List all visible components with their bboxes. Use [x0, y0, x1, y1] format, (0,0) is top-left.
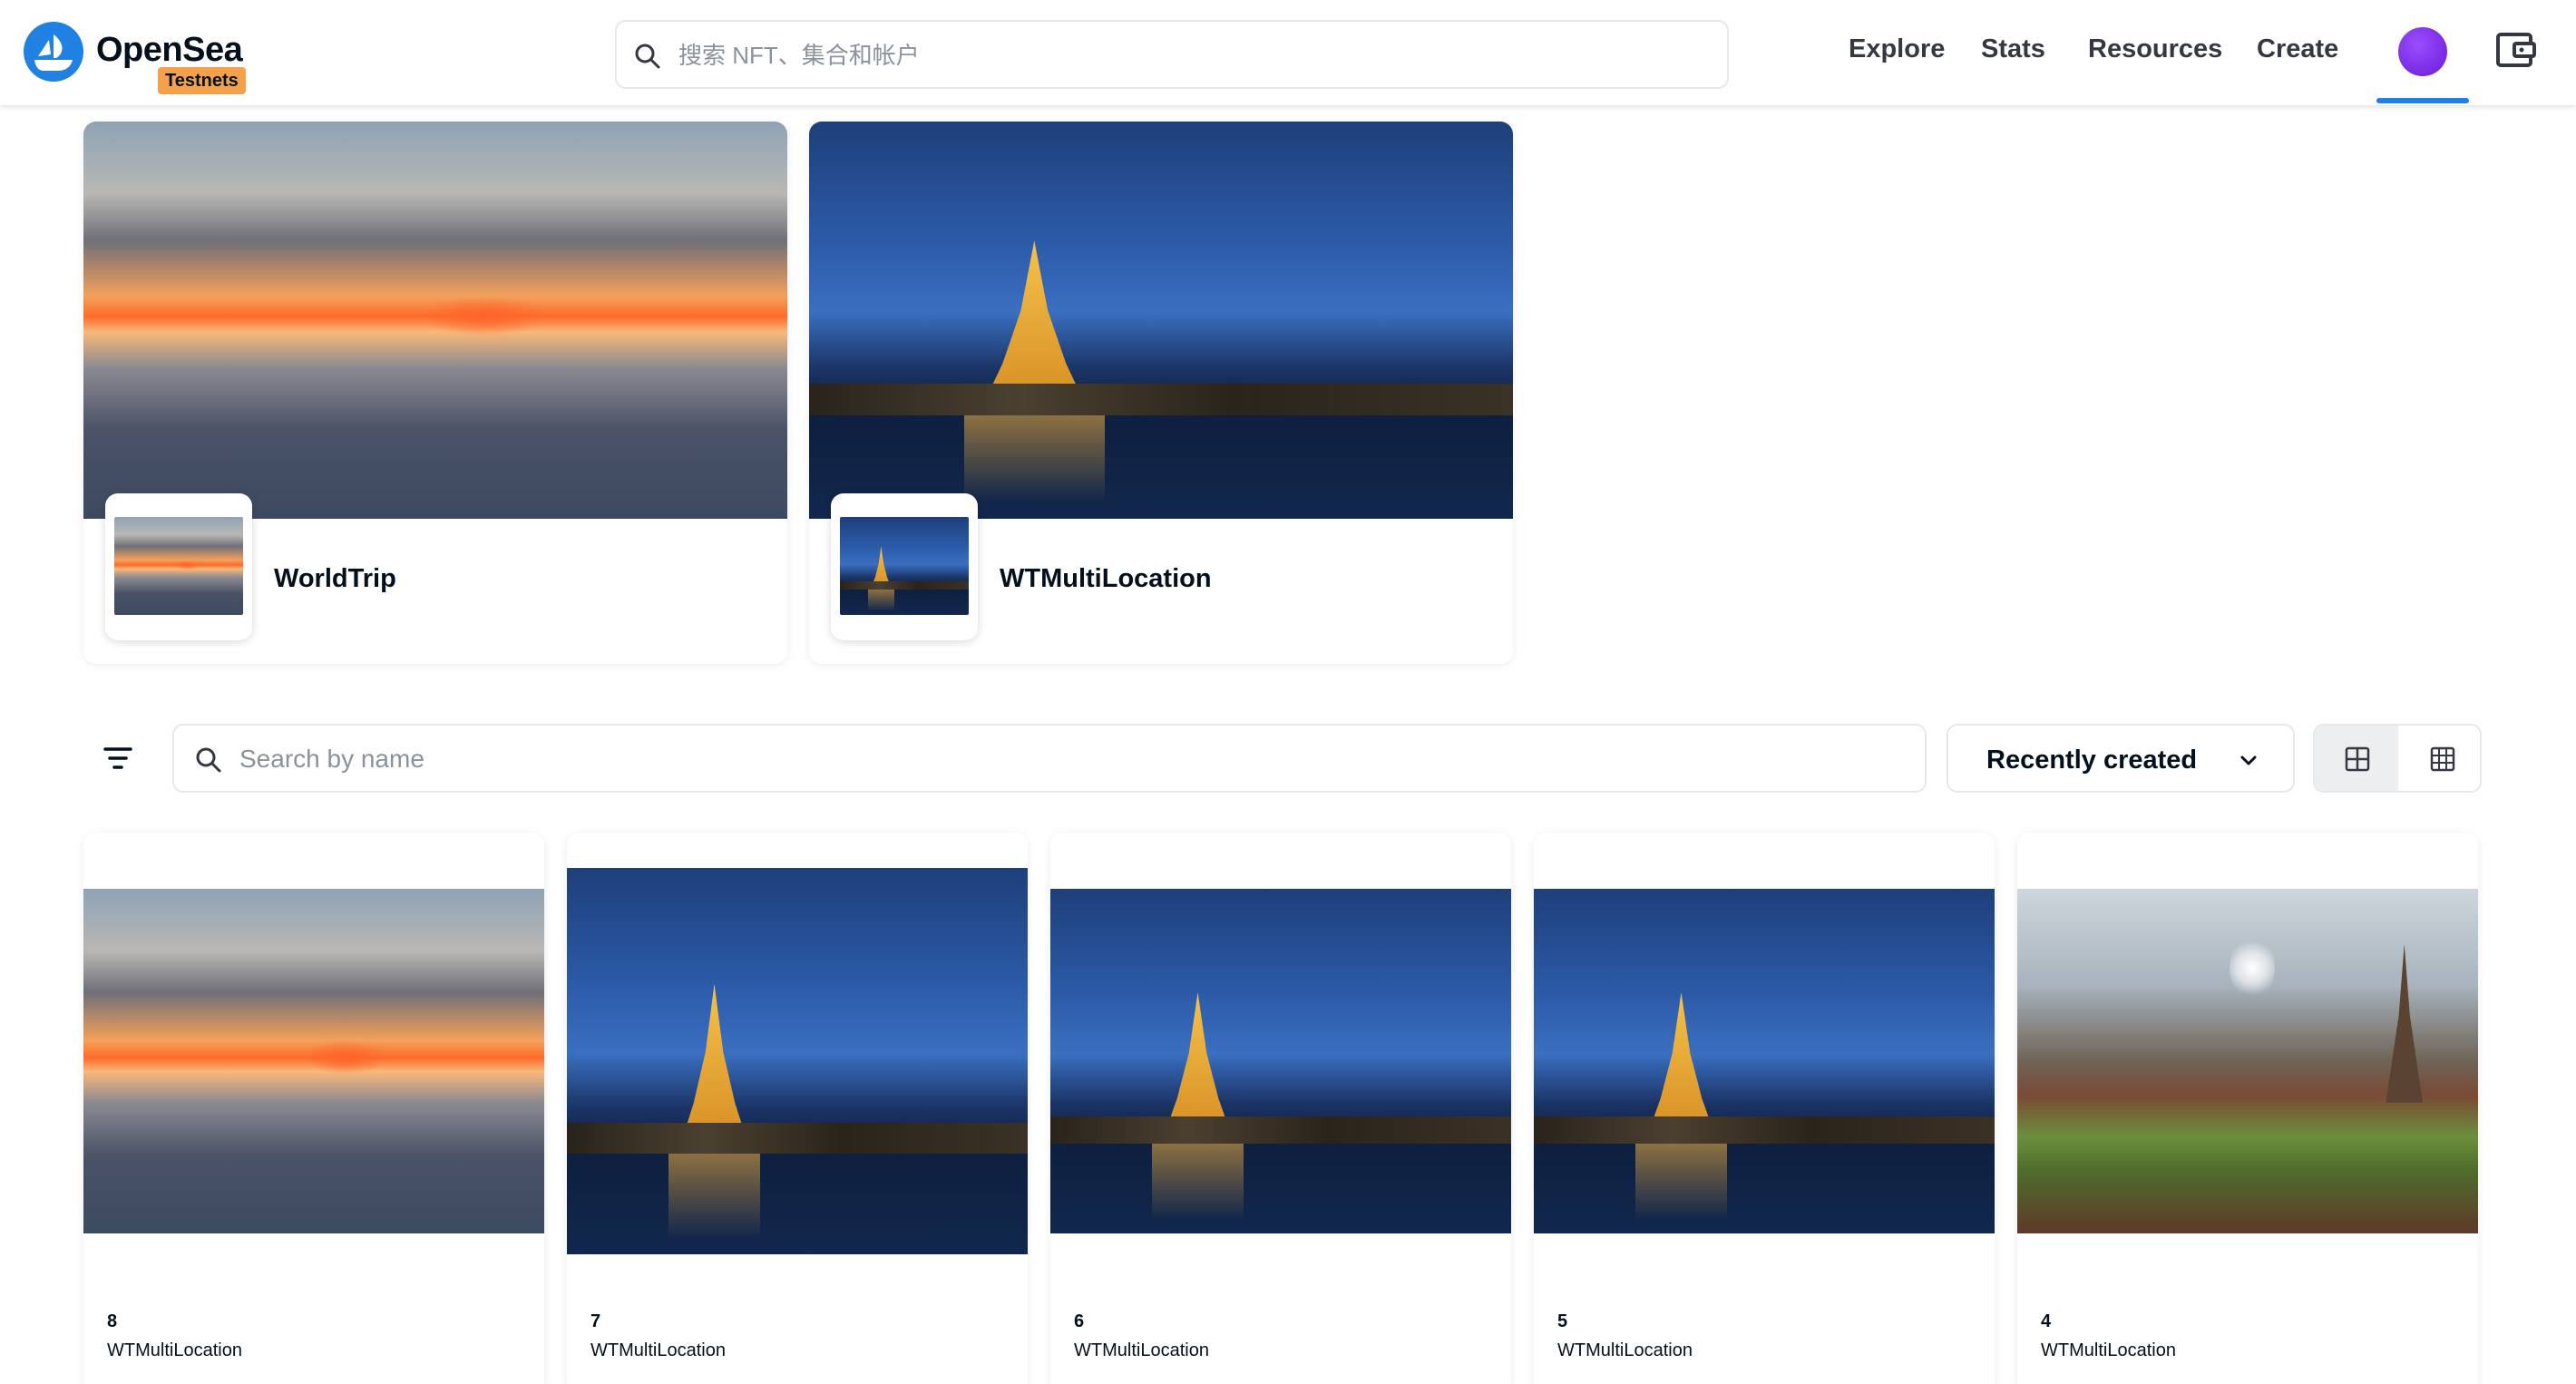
- nft-image: [2017, 889, 2478, 1233]
- nft-collection-name: WTMultiLocation: [107, 1340, 242, 1360]
- nft-token-number: 4: [2041, 1311, 2052, 1331]
- global-search[interactable]: [615, 20, 1729, 89]
- collection-thumbnail: [105, 493, 252, 640]
- wallet-icon[interactable]: [2493, 27, 2538, 77]
- collection-banner: [809, 122, 1513, 519]
- nav-explore[interactable]: Explore: [1849, 34, 1945, 64]
- name-search[interactable]: [172, 724, 1927, 793]
- small-grid-icon: [2430, 746, 2455, 772]
- nav-resources[interactable]: Resources: [2088, 34, 2222, 64]
- collection-card-worldtrip[interactable]: WorldTrip: [83, 122, 787, 664]
- nft-collection-name: WTMultiLocation: [590, 1340, 726, 1360]
- sort-label: Recently created: [1986, 746, 2198, 775]
- search-icon: [633, 42, 662, 75]
- nft-card[interactable]: 4 WTMultiLocation: [2017, 833, 2478, 1384]
- banner-image-sunset: [83, 122, 787, 519]
- sort-dropdown[interactable]: Recently created: [1947, 724, 2295, 793]
- collection-name: WorldTrip: [274, 564, 396, 593]
- chevron-down-icon: [2237, 749, 2260, 777]
- nft-card[interactable]: 8 WTMultiLocation: [83, 833, 544, 1384]
- small-grid-view-button[interactable]: [2400, 726, 2480, 791]
- collection-thumbnail: [831, 493, 978, 640]
- top-navbar: OpenSea Testnets Explore Stats Resources…: [0, 0, 2576, 105]
- thumbnail-image: [114, 517, 243, 615]
- large-grid-view-button[interactable]: [2315, 726, 2398, 791]
- nft-collection-name: WTMultiLocation: [2041, 1340, 2176, 1360]
- nav-create[interactable]: Create: [2257, 34, 2338, 64]
- nav-stats[interactable]: Stats: [1981, 34, 2045, 64]
- collection-name: WTMultiLocation: [1000, 564, 1212, 593]
- collection-banner: [83, 122, 787, 519]
- nft-image: [83, 889, 544, 1233]
- collection-card-wtmultilocation[interactable]: WTMultiLocation: [809, 122, 1513, 664]
- nft-image: [1050, 889, 1511, 1233]
- view-toggle: [2313, 724, 2482, 793]
- nft-collection-name: WTMultiLocation: [1074, 1340, 1209, 1360]
- nft-card[interactable]: 6 WTMultiLocation: [1050, 833, 1511, 1384]
- name-search-input[interactable]: [239, 736, 1908, 782]
- testnets-badge: Testnets: [158, 67, 246, 94]
- profile-avatar[interactable]: [2398, 27, 2447, 76]
- nft-collection-name: WTMultiLocation: [1557, 1340, 1693, 1360]
- brand-name[interactable]: OpenSea: [96, 31, 243, 70]
- filter-icon[interactable]: [98, 742, 138, 775]
- active-indicator: [2376, 98, 2469, 103]
- nft-token-number: 5: [1557, 1311, 1568, 1331]
- nft-token-number: 8: [107, 1311, 118, 1331]
- nft-image: [567, 868, 1028, 1254]
- nft-token-number: 6: [1074, 1311, 1085, 1331]
- nft-image: [1534, 889, 1995, 1233]
- global-search-input[interactable]: [678, 33, 1694, 78]
- nft-token-number: 7: [590, 1311, 601, 1331]
- thumbnail-image: [840, 517, 969, 615]
- opensea-logo-icon[interactable]: [24, 22, 83, 82]
- banner-image-temple: [809, 122, 1513, 519]
- nft-card[interactable]: 5 WTMultiLocation: [1534, 833, 1995, 1384]
- large-grid-icon: [2345, 746, 2370, 772]
- nft-card[interactable]: 7 WTMultiLocation: [567, 833, 1028, 1384]
- search-icon: [194, 746, 223, 779]
